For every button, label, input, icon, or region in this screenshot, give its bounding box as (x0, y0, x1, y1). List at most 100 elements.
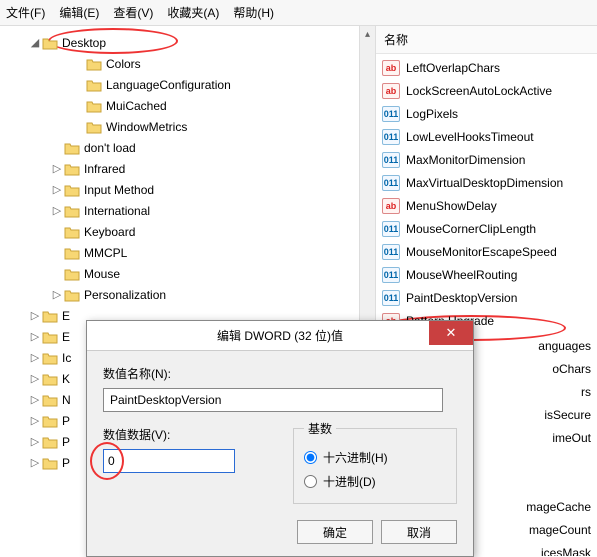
folder-icon (42, 435, 58, 449)
tree-item[interactable]: Personalization (84, 288, 166, 302)
tree-item[interactable]: don't load (84, 141, 136, 155)
expand-icon[interactable]: ▷ (28, 435, 42, 448)
radio-hex[interactable]: 十六进制(H) (304, 445, 446, 469)
list-item[interactable]: 011MouseCornerClipLength (376, 217, 597, 240)
expand-icon[interactable]: ▷ (28, 372, 42, 385)
expand-icon[interactable]: ▷ (28, 393, 42, 406)
menu-help[interactable]: 帮助(H) (233, 4, 274, 21)
dialog-title-text: 编辑 DWORD (32 位)值 (217, 327, 343, 344)
base-legend: 基数 (304, 420, 336, 437)
reg-dword-icon: 011 (382, 129, 400, 145)
tree-item[interactable]: Keyboard (84, 225, 135, 239)
tree-label-partial: N (62, 393, 71, 407)
radio-dec[interactable]: 十进制(D) (304, 469, 446, 493)
menu-view[interactable]: 查看(V) (113, 4, 153, 21)
tree-label-partial: Ic (62, 351, 71, 365)
cancel-button[interactable]: 取消 (381, 520, 457, 544)
radio-dec-input[interactable] (304, 475, 317, 488)
expand-icon[interactable]: ▷ (50, 204, 64, 217)
dialog-titlebar[interactable]: 编辑 DWORD (32 位)值 ✕ (87, 321, 473, 351)
expand-icon[interactable]: ▷ (28, 330, 42, 343)
folder-icon (64, 183, 80, 197)
tree-item[interactable]: MuiCached (106, 99, 167, 113)
list-item[interactable]: 011MaxMonitorDimension (376, 148, 597, 171)
reg-dword-icon: 011 (382, 244, 400, 260)
folder-icon (42, 36, 58, 50)
folder-icon (64, 288, 80, 302)
folder-icon (86, 120, 102, 134)
value-list[interactable]: abLeftOverlapChars ab LockScreenAutoLockAc… (376, 54, 597, 334)
tree-label-partial: P (62, 456, 70, 470)
list-item[interactable]: 011LowLevelHooksTimeout (376, 125, 597, 148)
list-item[interactable]: 011 MouseMonitorEscapeSpeed (376, 240, 597, 263)
value-name-partial: oChars (552, 362, 591, 376)
tree-label-partial: E (62, 309, 70, 323)
folder-icon (64, 141, 80, 155)
ok-button[interactable]: 确定 (297, 520, 373, 544)
radio-hex-input[interactable] (304, 451, 317, 464)
menu-file[interactable]: 文件(F) (6, 4, 45, 21)
list-item[interactable]: 011MouseWheelRouting (376, 263, 597, 286)
expand-icon[interactable]: ▷ (28, 414, 42, 427)
close-button[interactable]: ✕ (429, 321, 473, 345)
folder-icon (64, 162, 80, 176)
scroll-up-icon[interactable]: ▴ (360, 26, 375, 42)
value-name-partial: imeOut (552, 431, 591, 445)
value-name-partial: anguages (538, 339, 591, 353)
folder-icon (64, 246, 80, 260)
folder-icon (42, 351, 58, 365)
list-item[interactable]: 011LogPixels (376, 102, 597, 125)
tree-item[interactable]: Mouse (84, 267, 120, 281)
menu-favorites[interactable]: 收藏夹(A) (167, 4, 219, 21)
radio-hex-label: 十六进制(H) (323, 449, 388, 466)
reg-dword-icon: 011 (382, 106, 400, 122)
expand-icon[interactable]: ▷ (28, 309, 42, 322)
list-item[interactable]: abLeftOverlapChars (376, 56, 597, 79)
folder-icon (42, 393, 58, 407)
expand-icon[interactable]: ▷ (50, 288, 64, 301)
value-name: MouseCornerClipLength (406, 222, 536, 236)
base-group: 基数 十六进制(H) 十进制(D) (293, 420, 457, 504)
list-item[interactable]: 011PaintDesktopVersion (376, 286, 597, 309)
collapse-icon[interactable]: ◢ (28, 36, 42, 49)
expand-icon[interactable]: ▷ (50, 183, 64, 196)
folder-icon (42, 456, 58, 470)
folder-icon (42, 309, 58, 323)
list-item[interactable]: ab MenuShowDelay (376, 194, 597, 217)
tree-item[interactable]: International (84, 204, 150, 218)
value-data-input[interactable] (103, 449, 235, 473)
folder-icon (42, 330, 58, 344)
column-header-name[interactable]: 名称 (376, 26, 597, 54)
reg-dword-icon: 011 (382, 267, 400, 283)
value-name: MouseMonitorEscapeSpeed (406, 245, 557, 259)
folder-icon (86, 99, 102, 113)
value-name: PaintDesktopVersion (406, 291, 517, 305)
edit-dword-dialog: 编辑 DWORD (32 位)值 ✕ 数值名称(N): 数值数据(V): 基数 … (86, 320, 474, 557)
value-name-partial: mageCount (529, 523, 591, 537)
list-item[interactable]: ab LockScreenAutoLockActive (376, 79, 597, 102)
expand-icon[interactable]: ▷ (28, 351, 42, 364)
menu-edit[interactable]: 编辑(E) (59, 4, 99, 21)
value-name-input[interactable] (103, 388, 443, 412)
expand-icon[interactable]: ▷ (28, 456, 42, 469)
tree-item-desktop[interactable]: Desktop (62, 36, 106, 50)
value-name: MaxVirtualDesktopDimension (406, 176, 563, 190)
folder-icon (42, 372, 58, 386)
tree-item[interactable]: MMCPL (84, 246, 127, 260)
expand-icon[interactable]: ▷ (50, 162, 64, 175)
tree-item[interactable]: Input Method (84, 183, 154, 197)
reg-sz-icon: ab (382, 83, 400, 99)
value-name: LockScreenAutoLockActive (406, 84, 552, 98)
list-item[interactable]: 011MaxVirtualDesktopDimension (376, 171, 597, 194)
tree-label-partial: P (62, 435, 70, 449)
value-name: MenuShowDelay (406, 199, 497, 213)
tree-item[interactable]: LanguageConfiguration (106, 78, 231, 92)
tree-item[interactable]: Infrared (84, 162, 125, 176)
tree-item[interactable]: Colors (106, 57, 141, 71)
folder-icon (64, 225, 80, 239)
reg-sz-icon: ab (382, 198, 400, 214)
folder-icon (86, 78, 102, 92)
value-name-partial: icesMask (541, 546, 591, 557)
tree-item[interactable]: WindowMetrics (106, 120, 187, 134)
folder-icon (64, 267, 80, 281)
